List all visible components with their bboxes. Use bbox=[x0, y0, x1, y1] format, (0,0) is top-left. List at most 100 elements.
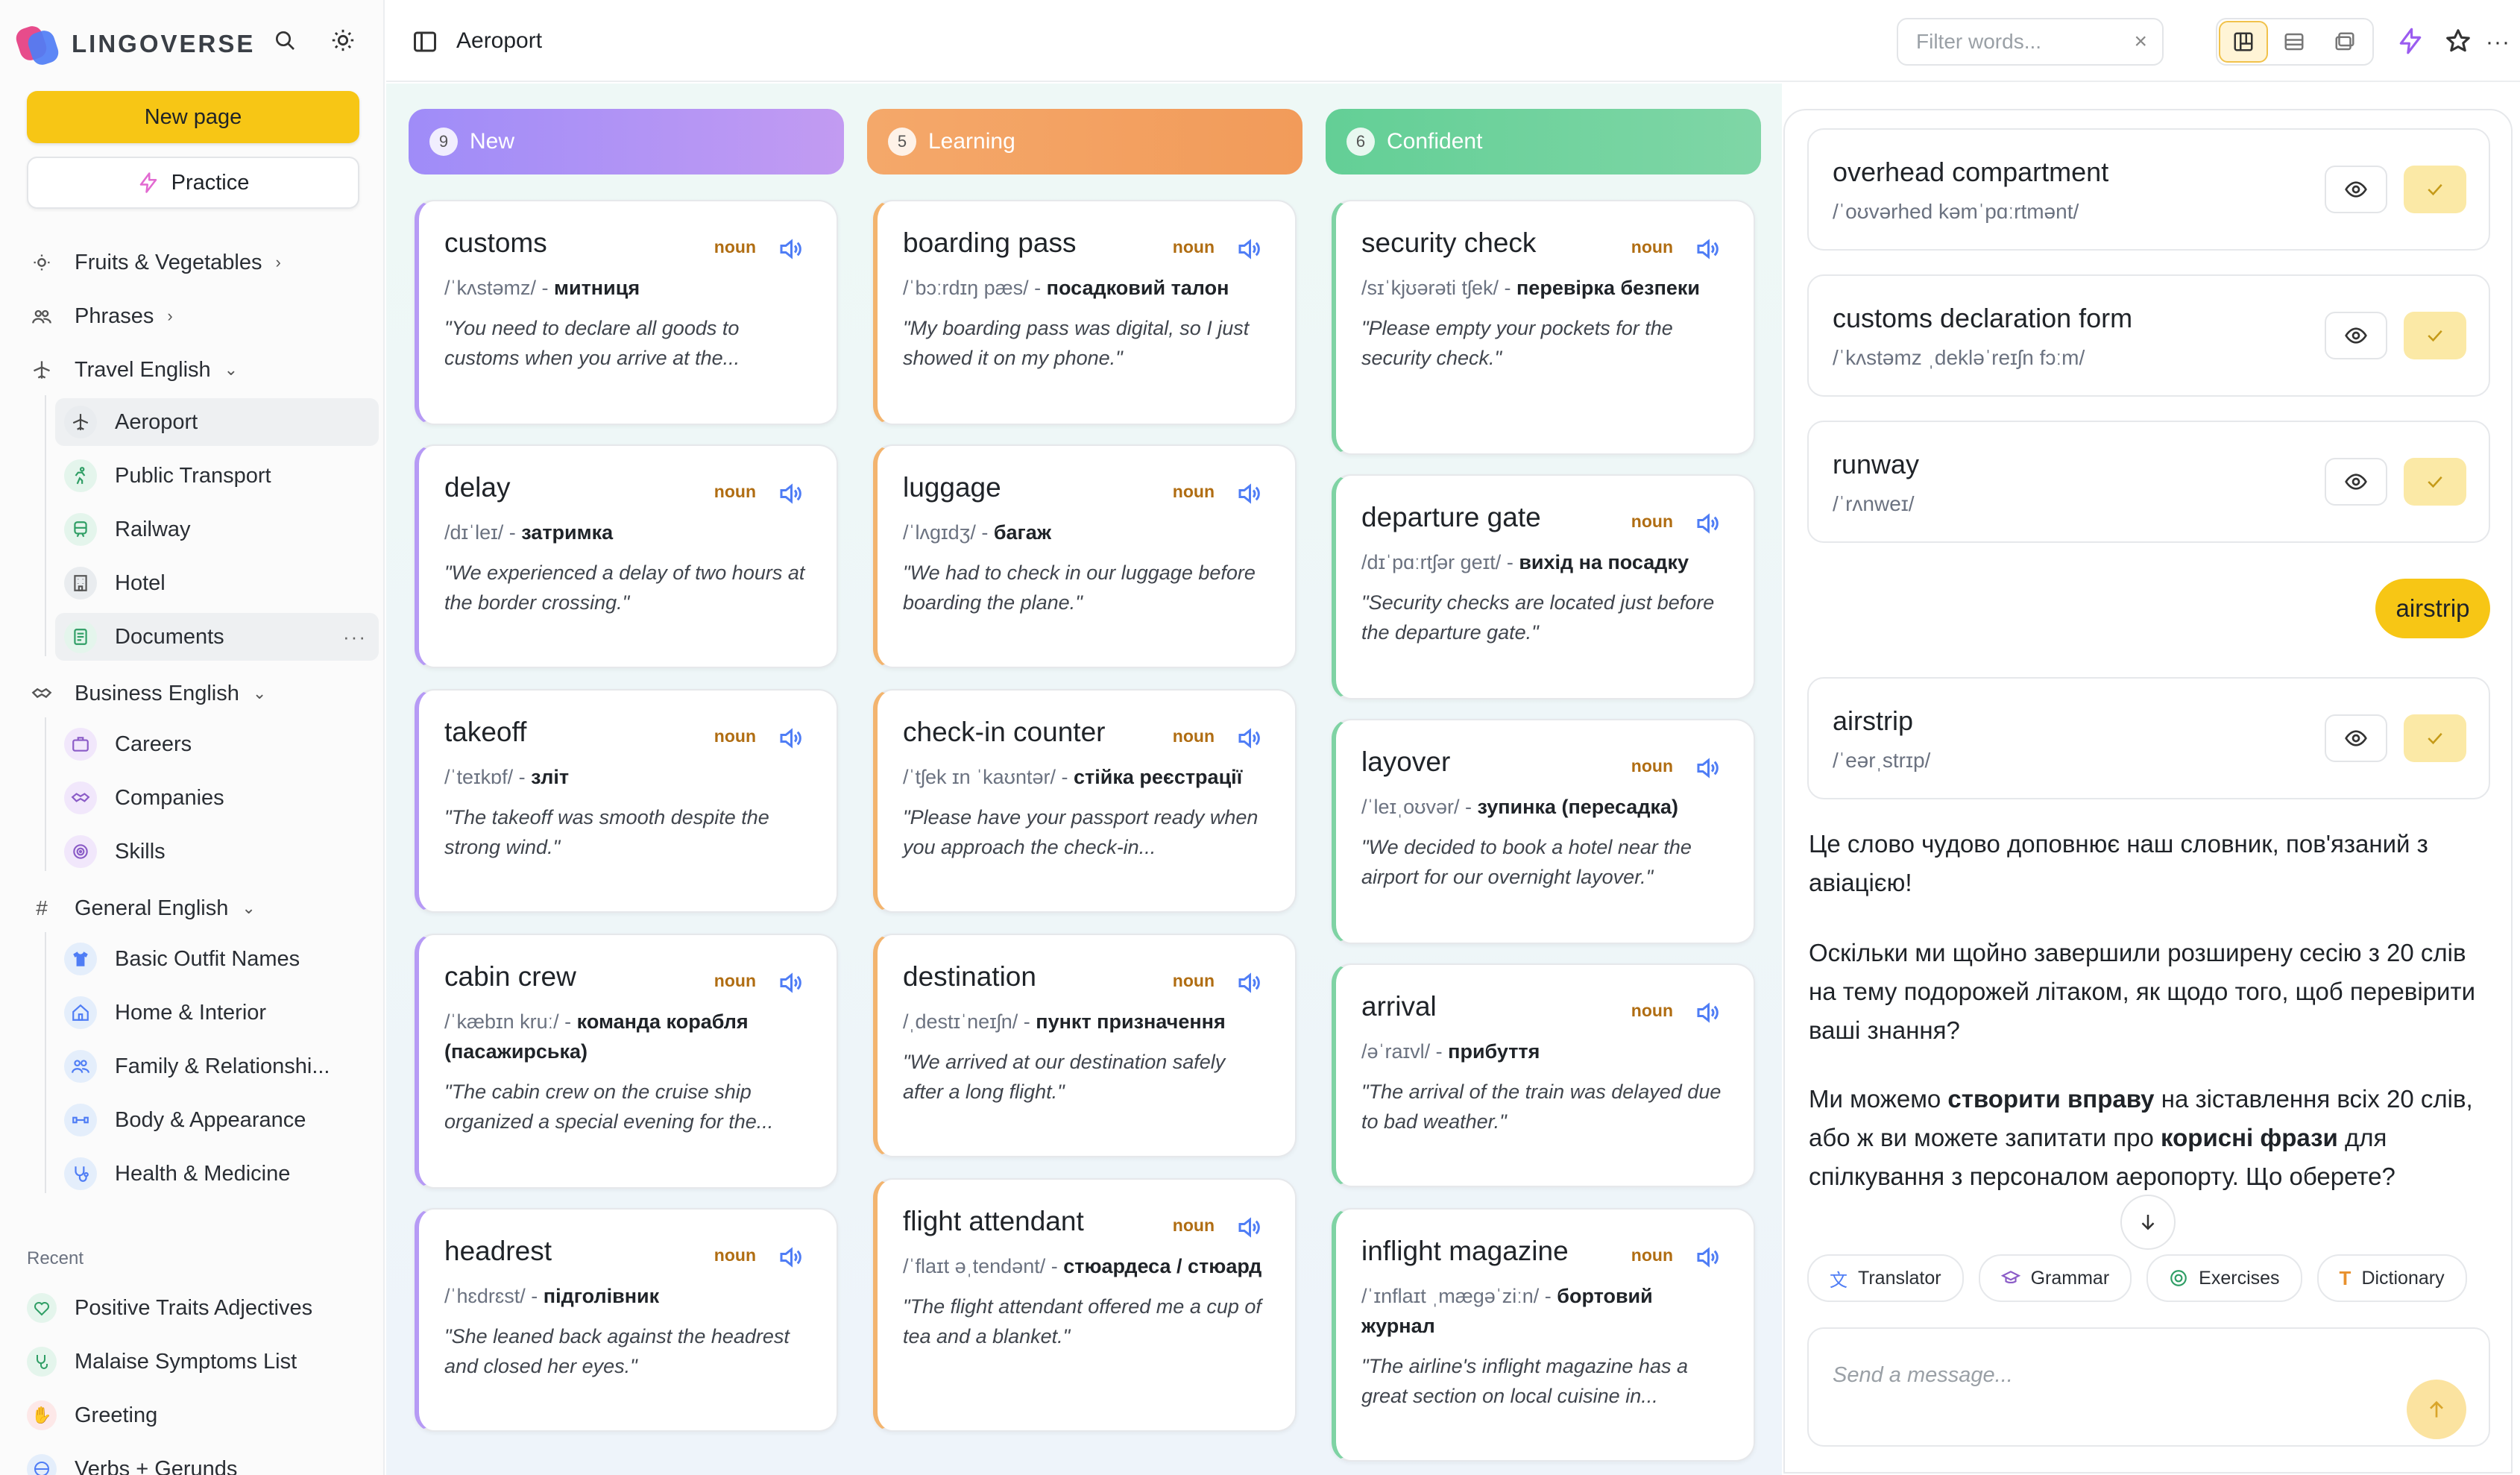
sidebar-item-documents[interactable]: Documents ··· bbox=[55, 613, 379, 661]
nav-travel-english[interactable]: Travel English ⌄ bbox=[27, 346, 238, 394]
speaker-icon[interactable] bbox=[1689, 231, 1725, 267]
column-header-new[interactable]: 9 New bbox=[409, 109, 844, 174]
word-card[interactable]: departure gate noun /dɪˈpɑːrtʃər ɡeɪt/ -… bbox=[1332, 474, 1755, 699]
word-card[interactable]: inflight magazine noun /ˈɪnflaɪt ˌmæɡəˈz… bbox=[1332, 1208, 1755, 1462]
people-icon bbox=[64, 1050, 97, 1083]
word-card[interactable]: customs noun /ˈkʌstəmz/ - митниця "You n… bbox=[415, 200, 838, 425]
message-composer[interactable]: Send a message... bbox=[1807, 1327, 2490, 1447]
speaker-icon[interactable] bbox=[1689, 750, 1725, 786]
nav-phrases[interactable]: Phrases › bbox=[27, 292, 173, 340]
recent-item-malaise-symptoms[interactable]: Malaise Symptoms List bbox=[27, 1338, 297, 1386]
sidebar-item-public-transport[interactable]: Public Transport bbox=[55, 452, 379, 500]
sidebar-item-body-appearance[interactable]: Body & Appearance bbox=[55, 1096, 379, 1144]
theme-toggle-icon[interactable] bbox=[328, 25, 358, 55]
card-phonetic: /ˈflaɪt əˌtendənt/ bbox=[903, 1255, 1046, 1277]
tool-chip-label: Grammar bbox=[2030, 1267, 2110, 1289]
sidebar-item-companies[interactable]: Companies bbox=[55, 774, 379, 822]
speaker-icon[interactable] bbox=[772, 231, 808, 267]
column-header-learning[interactable]: 5 Learning bbox=[867, 109, 1302, 174]
chat-phonetic: /ˈrʌnweɪ/ bbox=[1833, 492, 1915, 515]
chat-word-card: airstrip /ˈeərˌstrɪp/ bbox=[1807, 677, 2490, 799]
cards-view-icon[interactable] bbox=[2320, 21, 2369, 63]
part-of-speech-badge: noun bbox=[1172, 1215, 1215, 1235]
speaker-icon[interactable] bbox=[772, 476, 808, 512]
word-card[interactable]: destination noun /ˌdestɪˈneɪʃn/ - пункт … bbox=[873, 934, 1297, 1157]
speaker-icon[interactable] bbox=[1231, 1210, 1267, 1245]
word-card[interactable]: cabin crew noun /ˈkæbɪn kruː/ - команда … bbox=[415, 934, 838, 1189]
speaker-icon[interactable] bbox=[1689, 506, 1725, 541]
card-translation: пункт призначення bbox=[1036, 1010, 1226, 1033]
speaker-icon[interactable] bbox=[1231, 965, 1267, 1001]
sidebar-item-railway[interactable]: Railway bbox=[55, 506, 379, 553]
speaker-icon[interactable] bbox=[1231, 720, 1267, 756]
check-icon[interactable] bbox=[2404, 166, 2466, 213]
speaker-icon[interactable] bbox=[1689, 995, 1725, 1031]
board-view-icon[interactable] bbox=[2219, 21, 2268, 63]
word-card[interactable]: headrest noun /ˈhɛdrɛst/ - підголівник "… bbox=[415, 1208, 838, 1432]
chevron-down-icon: ⌄ bbox=[224, 360, 239, 379]
sidebar-item-aeroport[interactable]: Aeroport bbox=[55, 398, 379, 446]
word-card[interactable]: luggage noun /ˈlʌɡɪdʒ/ - багаж "We had t… bbox=[873, 444, 1297, 668]
sidebar-item-careers[interactable]: Careers bbox=[55, 720, 379, 768]
sidebar-item-health-medicine[interactable]: Health & Medicine bbox=[55, 1150, 379, 1198]
lightning-icon[interactable] bbox=[2396, 27, 2425, 59]
table-view-icon[interactable] bbox=[2269, 21, 2319, 63]
card-phonetic: /ˈkʌstəmz/ bbox=[444, 277, 537, 299]
word-card[interactable]: boarding pass noun /ˈbɔːrdɪŋ pæs/ - поса… bbox=[873, 200, 1297, 425]
sidebar-item-skills[interactable]: Skills bbox=[55, 828, 379, 875]
eye-icon[interactable] bbox=[2325, 166, 2387, 213]
speaker-icon[interactable] bbox=[1689, 1239, 1725, 1275]
new-page-button[interactable]: New page bbox=[27, 91, 359, 143]
check-icon[interactable] bbox=[2404, 458, 2466, 506]
eye-icon[interactable] bbox=[2325, 714, 2387, 762]
filter-words-input[interactable]: Filter words... × bbox=[1897, 18, 2164, 66]
sidebar-item-family-relationships[interactable]: Family & Relationshi... bbox=[55, 1042, 379, 1090]
nav-business-english[interactable]: Business English ⌄ bbox=[27, 670, 266, 717]
sidebar-item-hotel[interactable]: Hotel bbox=[55, 559, 379, 607]
scroll-down-button[interactable] bbox=[2120, 1195, 2176, 1250]
sidebar-toggle-icon[interactable] bbox=[412, 28, 440, 57]
eye-icon[interactable] bbox=[2325, 458, 2387, 506]
translator-chip[interactable]: 文 Translator bbox=[1807, 1254, 1964, 1302]
column-header-confident[interactable]: 6 Confident bbox=[1326, 109, 1761, 174]
word-card[interactable]: arrival noun /əˈraɪvl/ - прибуття "The a… bbox=[1332, 963, 1755, 1187]
star-icon[interactable] bbox=[2444, 27, 2472, 59]
search-icon[interactable] bbox=[270, 25, 300, 55]
recent-item-positive-traits[interactable]: Positive Traits Adjectives bbox=[27, 1284, 312, 1332]
chat-word: customs declaration form bbox=[1833, 303, 2133, 333]
word-card[interactable]: check-in counter noun /ˈtʃek ɪn ˈkaʊntər… bbox=[873, 689, 1297, 913]
sidebar-item-basic-outfit-names[interactable]: Basic Outfit Names bbox=[55, 935, 379, 983]
word-card[interactable]: layover noun /ˈleɪˌoʊvər/ - зупинка (пер… bbox=[1332, 719, 1755, 944]
practice-button[interactable]: Practice bbox=[27, 157, 359, 209]
nav-general-english[interactable]: # General English ⌄ bbox=[27, 884, 256, 932]
word-card[interactable]: delay noun /dɪˈleɪ/ - затримка "We exper… bbox=[415, 444, 838, 668]
close-icon[interactable]: × bbox=[2134, 29, 2147, 54]
recent-item-label: Malaise Symptoms List bbox=[75, 1349, 297, 1374]
brand[interactable]: LINGOVERSE bbox=[13, 22, 255, 68]
eye-icon[interactable] bbox=[2325, 312, 2387, 359]
word-card[interactable]: takeoff noun /ˈteɪkɒf/ - зліт "The takeo… bbox=[415, 689, 838, 913]
check-icon[interactable] bbox=[2404, 714, 2466, 762]
recent-item-greeting[interactable]: ✋ Greeting bbox=[27, 1391, 157, 1439]
chevron-right-icon: › bbox=[275, 253, 281, 271]
check-icon[interactable] bbox=[2404, 312, 2466, 359]
recent-item-verbs-gerunds[interactable]: Verbs + Gerunds bbox=[27, 1445, 237, 1475]
speaker-icon[interactable] bbox=[1231, 231, 1267, 267]
word-card[interactable]: security check noun /sɪˈkjʊərəti tʃek/ -… bbox=[1332, 200, 1755, 455]
dictionary-chip[interactable]: T Dictionary bbox=[2316, 1254, 2467, 1302]
sidebar-item-home-interior[interactable]: Home & Interior bbox=[55, 989, 379, 1037]
more-options-icon[interactable]: ··· bbox=[343, 626, 367, 649]
stethoscope-icon bbox=[27, 1347, 57, 1377]
word-card[interactable]: flight attendant noun /ˈflaɪt əˌtendənt/… bbox=[873, 1178, 1297, 1432]
speaker-icon[interactable] bbox=[772, 965, 808, 1001]
exercises-chip[interactable]: Exercises bbox=[2146, 1254, 2302, 1302]
card-phonetic: /əˈraɪvl/ bbox=[1361, 1040, 1431, 1063]
nav-fruits-vegetables[interactable]: Fruits & Vegetables › bbox=[27, 239, 281, 286]
grammar-chip[interactable]: Grammar bbox=[1978, 1254, 2132, 1302]
send-button[interactable] bbox=[2407, 1380, 2466, 1439]
card-example: "She leaned back against the headrest an… bbox=[444, 1325, 790, 1377]
speaker-icon[interactable] bbox=[772, 1239, 808, 1275]
more-options-icon[interactable]: ··· bbox=[2486, 30, 2510, 55]
speaker-icon[interactable] bbox=[772, 720, 808, 756]
speaker-icon[interactable] bbox=[1231, 476, 1267, 512]
